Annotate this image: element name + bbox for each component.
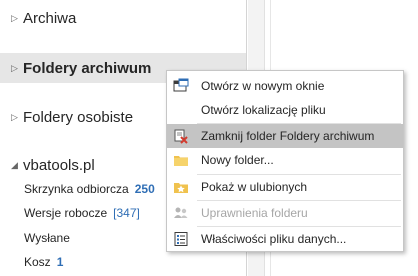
account-label: vbatools.pl xyxy=(23,156,95,174)
menu-item-label: Otwórz w nowym oknie xyxy=(201,79,325,93)
menu-item-label: Właściwości pliku danych... xyxy=(201,232,347,246)
unread-count: 250 xyxy=(134,182,155,196)
properties-icon xyxy=(173,231,189,247)
menu-item-data-file-properties[interactable]: Właściwości pliku danych... xyxy=(167,227,403,251)
close-folder-icon xyxy=(173,128,189,144)
collapse-arrow-icon[interactable]: ◢ xyxy=(11,160,23,171)
menu-item-new-folder[interactable]: Nowy folder... xyxy=(167,148,403,172)
folder-trash[interactable]: Kosz 1 xyxy=(0,250,246,274)
menu-item-label: Uprawnienia folderu xyxy=(201,206,308,220)
expand-arrow-icon[interactable]: ▷ xyxy=(11,63,23,74)
menu-item-label: Otwórz lokalizację pliku xyxy=(201,103,326,117)
context-menu: Otwórz w nowym oknie Otwórz lokalizację … xyxy=(166,70,404,252)
folder-label: Wersje robocze xyxy=(24,206,108,220)
folder-node-label: Archiwa xyxy=(23,9,77,27)
permissions-icon xyxy=(173,205,189,221)
menu-item-close-folder[interactable]: Zamknij folder Foldery archiwum xyxy=(167,124,403,148)
expand-arrow-icon[interactable]: ▷ xyxy=(11,13,23,24)
menu-item-label: Zamknij folder Foldery archiwum xyxy=(201,129,375,143)
folder-node-label: Foldery archiwum xyxy=(23,59,152,77)
menu-item-open-file-location[interactable]: Otwórz lokalizację pliku xyxy=(167,98,403,122)
expand-arrow-icon[interactable]: ▷ xyxy=(11,112,23,123)
item-count: [347] xyxy=(113,206,140,220)
menu-item-label: Pokaż w ulubionych xyxy=(201,180,308,194)
folder-node-archiwa[interactable]: ▷ Archiwa xyxy=(0,3,246,33)
folder-label: Skrzynka odbiorcza xyxy=(24,182,129,196)
menu-item-show-in-favorites[interactable]: Pokaż w ulubionych xyxy=(167,175,403,199)
new-window-icon xyxy=(173,78,189,94)
menu-item-open-new-window[interactable]: Otwórz w nowym oknie xyxy=(167,74,403,98)
favorite-folder-icon xyxy=(173,179,189,195)
menu-item-label: Nowy folder... xyxy=(201,153,274,167)
folder-node-label: Foldery osobiste xyxy=(23,108,134,126)
unread-count: 1 xyxy=(56,255,64,269)
folder-icon xyxy=(173,152,189,168)
menu-item-folder-permissions: Uprawnienia folderu xyxy=(167,201,403,225)
folder-label: Kosz xyxy=(24,255,51,269)
folder-label: Wysłane xyxy=(24,231,70,245)
